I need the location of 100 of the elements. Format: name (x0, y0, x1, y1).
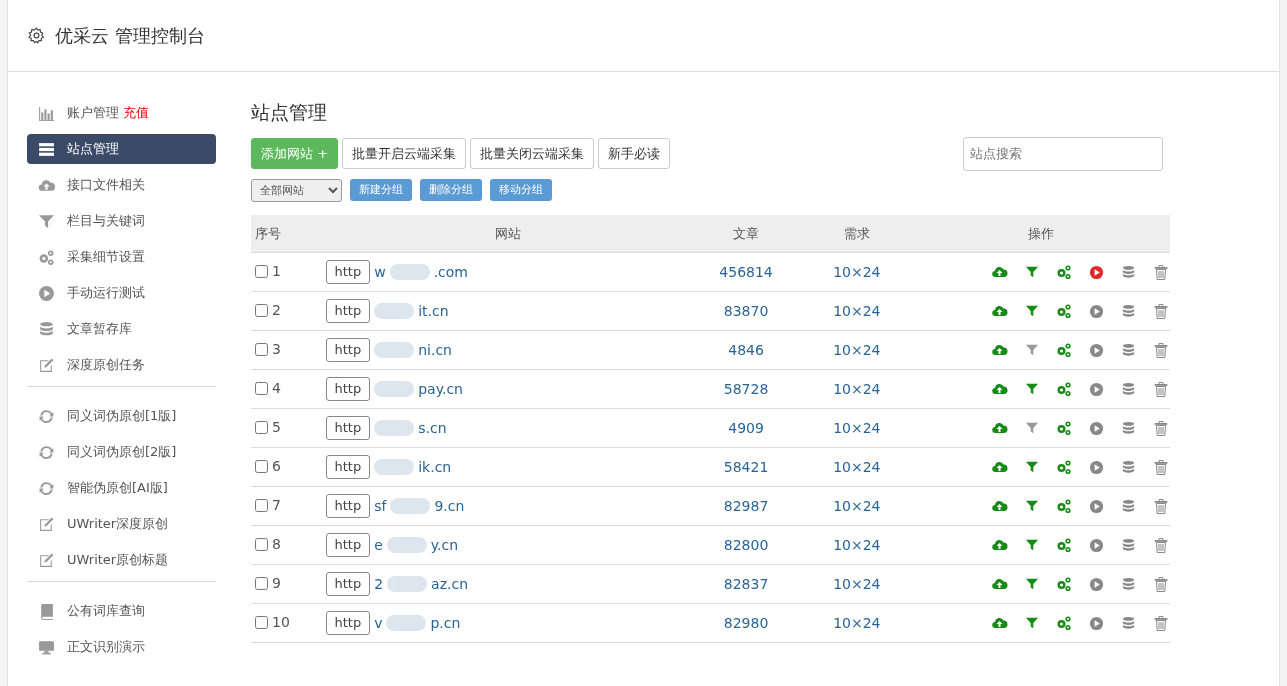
gears-icon (1056, 420, 1072, 436)
gears-icon (1056, 537, 1072, 553)
domain-text[interactable]: 2 (374, 573, 384, 595)
sidebar-item-label: 采集细节设置 (67, 248, 145, 267)
sidebar-item-label: UWriter深度原创 (67, 515, 169, 534)
sidebar-item[interactable]: 同义词伪原创[2版] (27, 437, 216, 467)
trash-icon (1153, 263, 1169, 281)
trash-icon (1153, 458, 1169, 476)
article-count: 82980 (690, 603, 802, 643)
row-checkbox[interactable] (255, 459, 268, 473)
cloud-upload-icon (991, 537, 1008, 553)
demand-value: 10×24 (801, 369, 912, 409)
sync-icon (38, 443, 55, 461)
sidebar-item[interactable]: 同义词伪原创[1版] (27, 401, 216, 431)
scheme-label: http (325, 611, 371, 635)
cloud-upload-icon (991, 303, 1008, 319)
gears-icon (1056, 459, 1072, 475)
group-select[interactable]: 全部网站 (251, 178, 342, 202)
search-field[interactable]: 站点搜索 (963, 136, 1163, 171)
scheme-label: http (325, 377, 371, 401)
gears-icon (1056, 381, 1072, 397)
sidebar-item[interactable]: 账户管理 充值 (27, 98, 216, 128)
sidebar-item[interactable]: 栏目与关键词 (27, 206, 216, 236)
sidebar-item[interactable]: 站点管理 (27, 134, 216, 164)
domain-text[interactable]: 9.cn (434, 495, 465, 517)
sidebar-item[interactable]: 接口文件相关 (27, 170, 216, 200)
domain-text[interactable]: az.cn (431, 573, 469, 595)
row-number: 5 (272, 417, 281, 437)
blurred-text (390, 498, 431, 514)
sidebar-item[interactable]: 深度原创任务 (27, 350, 216, 380)
filter-icon (38, 212, 55, 230)
cloud-upload-icon (991, 498, 1008, 514)
page-title: 站点管理 (251, 100, 328, 125)
column-header: 操作 (912, 214, 1170, 253)
demand-value: 10×24 (801, 291, 912, 331)
domain-text[interactable]: it.cn (418, 300, 449, 322)
blurred-text (387, 576, 428, 592)
row-checkbox[interactable] (255, 303, 268, 317)
row-checkbox[interactable] (255, 576, 268, 590)
row-checkbox[interactable] (255, 342, 268, 356)
recharge-link[interactable]: 充值 (123, 103, 149, 123)
sync-icon (38, 407, 55, 425)
blurred-text (386, 537, 427, 553)
gears-icon (1056, 615, 1072, 631)
sidebar-item[interactable]: UWriter深度原创 (27, 509, 216, 539)
trash-icon (1153, 575, 1169, 593)
sidebar-item[interactable]: 公有词库查询 (27, 596, 216, 626)
toolbar-button[interactable]: 批量开启云端采集 (342, 137, 467, 170)
domain-text[interactable]: p.cn (430, 612, 461, 634)
row-checkbox[interactable] (255, 381, 268, 395)
domain-text[interactable]: ik.cn (418, 456, 452, 478)
domain-text[interactable]: v (374, 612, 383, 634)
scheme-label: http (325, 338, 371, 362)
sidebar-item[interactable]: 正文识别演示 (27, 632, 216, 662)
domain-text[interactable]: s.cn (418, 417, 447, 439)
sidebar-item-label: UWriter原创标题 (67, 551, 169, 570)
sidebar-item[interactable]: 手动运行测试 (27, 278, 216, 308)
console-title: 优采云 管理控制台 (55, 24, 205, 48)
domain-text[interactable]: sf (374, 495, 387, 517)
blurred-text (374, 420, 415, 436)
domain-text[interactable]: pay.cn (418, 378, 463, 400)
scheme-label: http (325, 533, 371, 557)
article-count: 58421 (690, 447, 802, 487)
blurred-text (389, 264, 430, 280)
cloud-upload-icon (991, 615, 1008, 631)
trash-icon (1153, 302, 1169, 320)
domain-text[interactable]: w (374, 261, 386, 283)
demand-value: 10×24 (801, 564, 912, 604)
sidebar-item[interactable]: 智能伪原创[AI版] (27, 473, 216, 503)
blurred-text (374, 381, 415, 397)
cloud-upload-icon (991, 459, 1008, 475)
domain-text[interactable]: y.cn (430, 534, 459, 556)
toolbar-button[interactable]: 新手必读 (598, 137, 671, 170)
domain-text[interactable]: .com (433, 261, 468, 283)
row-number: 9 (272, 573, 281, 593)
article-count: 82800 (690, 525, 802, 565)
demand-value: 10×24 (801, 408, 912, 448)
row-number: 7 (272, 495, 281, 515)
row-number: 3 (272, 339, 281, 359)
sidebar-item-label: 站点管理 (67, 140, 119, 159)
article-count: 4846 (690, 330, 802, 370)
domain-text[interactable]: ni.cn (418, 339, 452, 361)
row-checkbox[interactable] (255, 498, 268, 512)
database-icon (1121, 420, 1136, 436)
sidebar-item[interactable]: 文章暂存库 (27, 314, 216, 344)
toolbar-button[interactable]: 批量关闭云端采集 (470, 137, 595, 170)
domain-text[interactable]: e (374, 534, 383, 556)
blurred-text (374, 303, 415, 319)
database-icon (1121, 537, 1136, 553)
sync-icon (38, 479, 55, 497)
scheme-label: http (325, 572, 371, 596)
row-checkbox[interactable] (255, 537, 268, 551)
sidebar-item[interactable]: UWriter原创标题 (27, 545, 216, 575)
row-checkbox[interactable] (255, 420, 268, 434)
demand-value: 10×24 (801, 603, 912, 643)
trash-icon (1153, 497, 1169, 515)
row-checkbox[interactable] (255, 264, 268, 278)
row-checkbox[interactable] (255, 615, 268, 629)
sidebar-item[interactable]: 采集细节设置 (27, 242, 216, 272)
edit-icon (38, 356, 55, 374)
